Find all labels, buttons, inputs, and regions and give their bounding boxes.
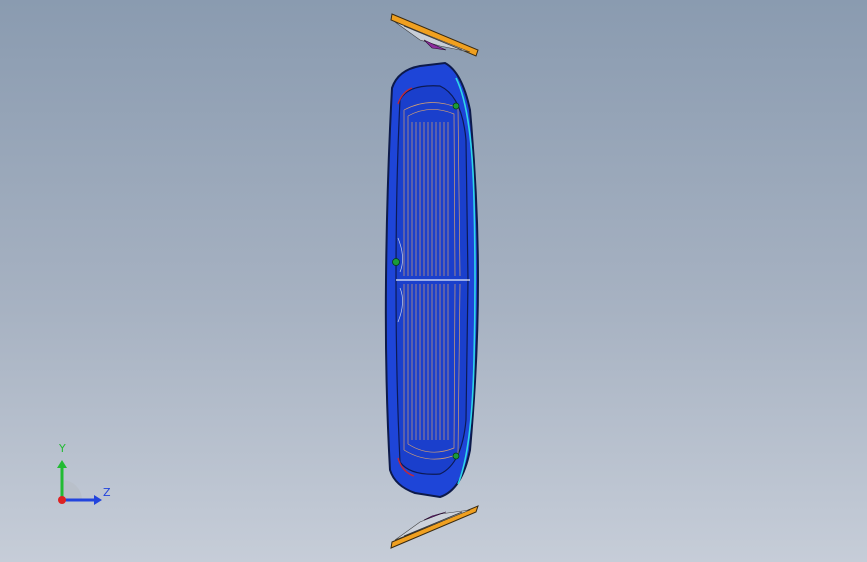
- y-axis-label: Y: [59, 442, 66, 455]
- z-axis-label: Z: [103, 486, 111, 499]
- bottom-bracket[interactable]: [390, 505, 479, 549]
- side-connector[interactable]: [392, 258, 400, 266]
- bottom-connector[interactable]: [452, 452, 460, 460]
- top-bracket[interactable]: [390, 13, 479, 57]
- top-connector[interactable]: [452, 102, 460, 110]
- cad-viewport[interactable]: [0, 0, 867, 562]
- heater-panel[interactable]: [384, 61, 480, 499]
- orientation-triad: Y Z: [48, 440, 128, 520]
